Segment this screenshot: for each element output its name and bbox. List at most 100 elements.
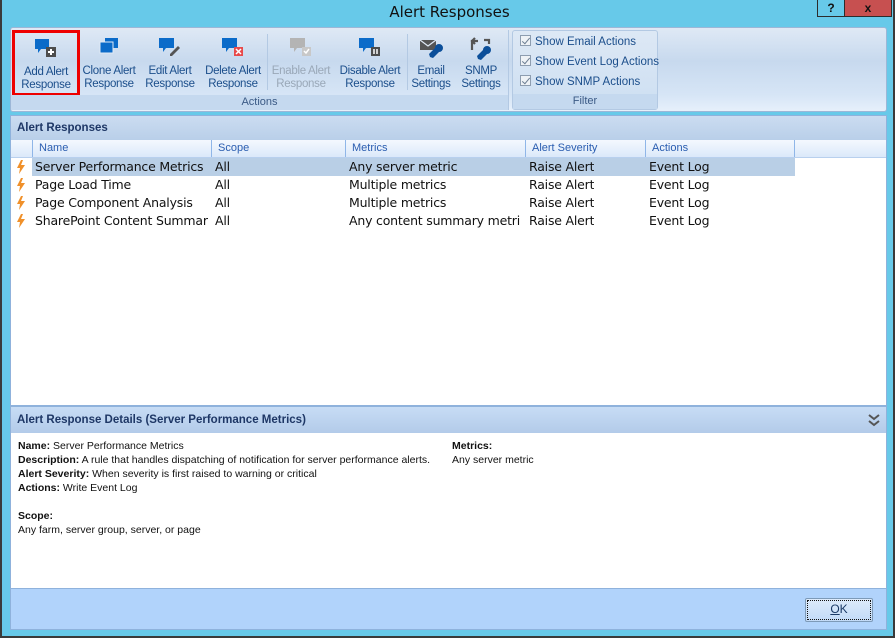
enable-alert-label-1: Enable Alert xyxy=(271,65,331,77)
ok-button[interactable]: OK xyxy=(805,598,873,622)
show-snmp-actions-label: Show SNMP Actions xyxy=(535,76,641,88)
enable-alert-response-button[interactable]: Enable Alert Response xyxy=(269,32,333,94)
ribbon-toolbar: Add Alert Response Clone Alert Response … xyxy=(10,27,887,112)
snmp-settings-icon xyxy=(469,36,493,62)
clone-alert-label-2: Response xyxy=(84,78,134,90)
detail-metrics-label: Metrics: xyxy=(452,440,493,452)
actions-group-label: Actions xyxy=(11,95,508,110)
dialog-footer: OK xyxy=(10,589,887,630)
cell-severity: Raise Alert xyxy=(529,159,595,174)
delete-alert-label-1: Delete Alert xyxy=(205,65,261,77)
detail-actions-value: Write Event Log xyxy=(62,482,138,494)
collapse-chevron-double-down-icon[interactable] xyxy=(868,413,880,427)
details-left-column: Name: Server Performance Metrics Descrip… xyxy=(18,439,438,537)
cell-metrics: Any content summary metri xyxy=(349,213,521,228)
ribbon-separator xyxy=(267,34,268,90)
edit-alert-icon xyxy=(158,36,182,62)
add-alert-icon xyxy=(34,37,58,63)
show-email-actions-label: Show Email Actions xyxy=(535,36,636,48)
detail-severity: Alert Severity: When severity is first r… xyxy=(18,467,438,481)
detail-name-value: Server Performance Metrics xyxy=(53,440,184,452)
email-settings-icon xyxy=(419,36,443,62)
detail-actions: Actions: Write Event Log xyxy=(18,481,438,495)
show-event-log-actions-checkbox[interactable]: Show Event Log Actions xyxy=(520,55,659,73)
detail-name-label: Name: xyxy=(18,440,51,452)
close-button[interactable]: x xyxy=(845,0,892,17)
table-row[interactable]: Page Component Analysis All Multiple met… xyxy=(11,194,886,212)
enable-alert-icon xyxy=(289,36,313,62)
filter-group: Show Email Actions Show Event Log Action… xyxy=(512,30,659,110)
snmp-settings-button[interactable]: SNMP Settings xyxy=(457,32,505,94)
help-button[interactable]: ? xyxy=(817,0,845,17)
email-settings-button[interactable]: Email Settings xyxy=(409,32,453,94)
window-title: Alert Responses xyxy=(389,3,510,21)
delete-alert-label-2: Response xyxy=(208,78,258,90)
cell-name: SharePoint Content Summar xyxy=(35,213,208,228)
clone-alert-response-button[interactable]: Clone Alert Response xyxy=(79,32,139,94)
column-header-name[interactable]: Name xyxy=(32,140,210,157)
add-alert-label-2: Response xyxy=(21,79,71,91)
column-header-actions[interactable]: Actions xyxy=(645,140,795,157)
edit-alert-response-button[interactable]: Edit Alert Response xyxy=(141,32,199,94)
column-header-alert-severity[interactable]: Alert Severity xyxy=(525,140,643,157)
dialog-window: Alert Responses ? x Add Alert Response C… xyxy=(0,0,895,638)
alert-responses-panel: Alert Responses Name Scope Metrics Alert… xyxy=(10,115,887,406)
ok-label-rest: K xyxy=(839,602,848,616)
actions-group: Add Alert Response Clone Alert Response … xyxy=(11,30,509,110)
cell-name: Page Component Analysis xyxy=(35,195,193,210)
cell-metrics: Multiple metrics xyxy=(349,177,447,192)
alert-responses-header: Alert Responses xyxy=(11,116,886,140)
details-title: Alert Response Details (Server Performan… xyxy=(17,414,306,426)
cell-actions: Event Log xyxy=(649,177,710,192)
table-row[interactable]: SharePoint Content Summar All Any conten… xyxy=(11,212,886,230)
detail-scope: Scope: xyxy=(18,509,438,523)
detail-description-value: A rule that handles dispatching of notif… xyxy=(81,454,431,466)
alert-bolt-icon xyxy=(17,178,25,192)
checkbox-checked-icon[interactable] xyxy=(520,75,531,86)
add-alert-response-button[interactable]: Add Alert Response xyxy=(12,30,80,96)
cell-actions: Event Log xyxy=(649,195,710,210)
detail-metrics-value: Any server metric xyxy=(452,454,534,466)
ribbon-separator xyxy=(407,34,408,90)
alert-response-details-panel: Alert Response Details (Server Performan… xyxy=(10,406,887,589)
cell-metrics: Multiple metrics xyxy=(349,195,447,210)
edit-alert-label-1: Edit Alert xyxy=(148,65,192,77)
edit-alert-label-2: Response xyxy=(145,78,195,90)
column-header-metrics[interactable]: Metrics xyxy=(345,140,523,157)
alert-bolt-icon xyxy=(17,214,25,228)
show-event-log-actions-label: Show Event Log Actions xyxy=(535,56,660,68)
email-settings-label-1: Email xyxy=(417,65,445,77)
filter-group-label: Filter xyxy=(513,94,657,109)
show-email-actions-checkbox[interactable]: Show Email Actions xyxy=(520,35,636,53)
table-row[interactable]: Server Performance Metrics All Any serve… xyxy=(11,158,886,176)
cell-scope: All xyxy=(215,213,230,228)
cell-severity: Raise Alert xyxy=(529,195,595,210)
detail-description-label: Description: xyxy=(18,454,80,466)
snmp-settings-label-1: SNMP xyxy=(464,65,498,77)
cell-name: Page Load Time xyxy=(35,177,131,192)
title-bar: Alert Responses xyxy=(2,0,895,24)
disable-alert-response-button[interactable]: Disable Alert Response xyxy=(337,32,403,94)
column-header-scope[interactable]: Scope xyxy=(211,140,343,157)
detail-severity-label: Alert Severity: xyxy=(18,468,90,480)
cell-scope: All xyxy=(215,195,230,210)
details-right-column: Metrics: Any server metric xyxy=(452,439,534,467)
snmp-settings-label-2: Settings xyxy=(461,78,501,90)
table-row[interactable]: Page Load Time All Multiple metrics Rais… xyxy=(11,176,886,194)
alert-bolt-icon xyxy=(17,160,25,174)
clone-alert-label-1: Clone Alert xyxy=(82,65,136,77)
delete-alert-response-button[interactable]: Delete Alert Response xyxy=(201,32,265,94)
detail-severity-value: When severity is first raised to warning… xyxy=(92,468,317,480)
cell-name: Server Performance Metrics xyxy=(35,159,204,174)
disable-alert-icon xyxy=(358,36,382,62)
checkbox-checked-icon[interactable] xyxy=(520,55,531,66)
disable-alert-label-1: Disable Alert xyxy=(339,65,401,77)
checkbox-checked-icon[interactable] xyxy=(520,35,531,46)
cell-severity: Raise Alert xyxy=(529,177,595,192)
detail-name: Name: Server Performance Metrics xyxy=(18,439,438,453)
grid-column-headers: Name Scope Metrics Alert Severity Action… xyxy=(11,140,886,158)
cell-actions: Event Log xyxy=(649,159,710,174)
alert-bolt-icon xyxy=(17,196,25,210)
show-snmp-actions-checkbox[interactable]: Show SNMP Actions xyxy=(520,75,640,93)
detail-description: Description: A rule that handles dispatc… xyxy=(18,453,438,467)
